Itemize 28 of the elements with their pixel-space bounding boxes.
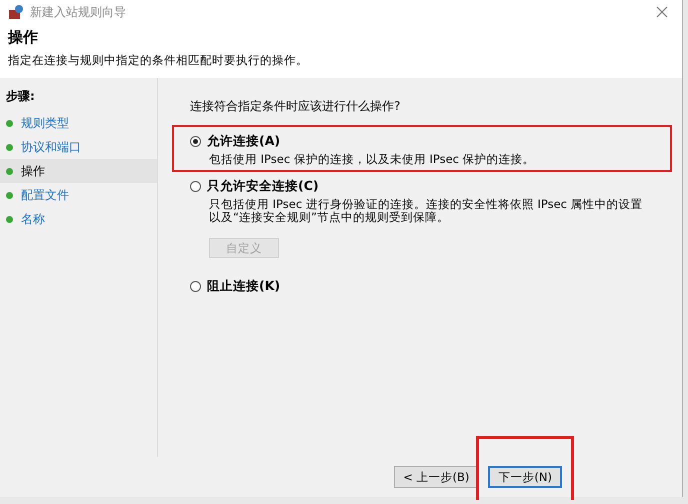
step-link[interactable]: 操作 <box>21 162 45 180</box>
radio-button[interactable]: 阻止连接(K) <box>190 278 280 295</box>
steps-heading: 步骤: <box>5 88 36 105</box>
firewall-icon <box>8 4 24 20</box>
step-item[interactable]: 配置文件 <box>0 183 157 207</box>
bullet-icon <box>6 144 13 150</box>
bullet-icon <box>6 192 13 198</box>
option-description: 只包括使用 IPsec 进行身份验证的连接。连接的安全性将依照 IPsec 属性中的设置以及“连接安全规则”节点中的规则受到保障。 <box>209 198 644 224</box>
step-link[interactable]: 配置文件 <box>21 186 69 204</box>
step-item[interactable]: 规则类型 <box>0 111 157 135</box>
question-text: 连接符合指定条件时应该进行什么操作? <box>190 98 402 115</box>
step-link[interactable]: 名称 <box>21 210 45 228</box>
page-description: 指定在连接与规则中指定的条件相匹配时要执行的操作。 <box>8 53 309 68</box>
step-link[interactable]: 规则类型 <box>21 114 69 132</box>
radio-button[interactable]: 只允许安全连接(C) <box>190 178 319 195</box>
page-title: 操作 <box>8 28 39 47</box>
bullet-icon <box>6 216 13 222</box>
step-item[interactable]: 操作 <box>0 159 157 183</box>
option-description: 包括使用 IPsec 保护的连接，以及未使用 IPsec 保护的连接。 <box>209 153 536 166</box>
window-title: 新建入站规则向导 <box>30 4 127 20</box>
step-item[interactable]: 协议和端口 <box>0 135 157 159</box>
bullet-icon <box>6 168 13 174</box>
nav-button[interactable]: < 上一步(B) <box>394 466 478 488</box>
radio-button[interactable]: 允许连接(A) <box>190 133 280 150</box>
nav-button[interactable]: 下一步(N) <box>488 466 562 488</box>
step-item[interactable]: 名称 <box>0 207 157 231</box>
step-link[interactable]: 协议和端口 <box>21 138 81 156</box>
bullet-icon <box>6 120 13 126</box>
